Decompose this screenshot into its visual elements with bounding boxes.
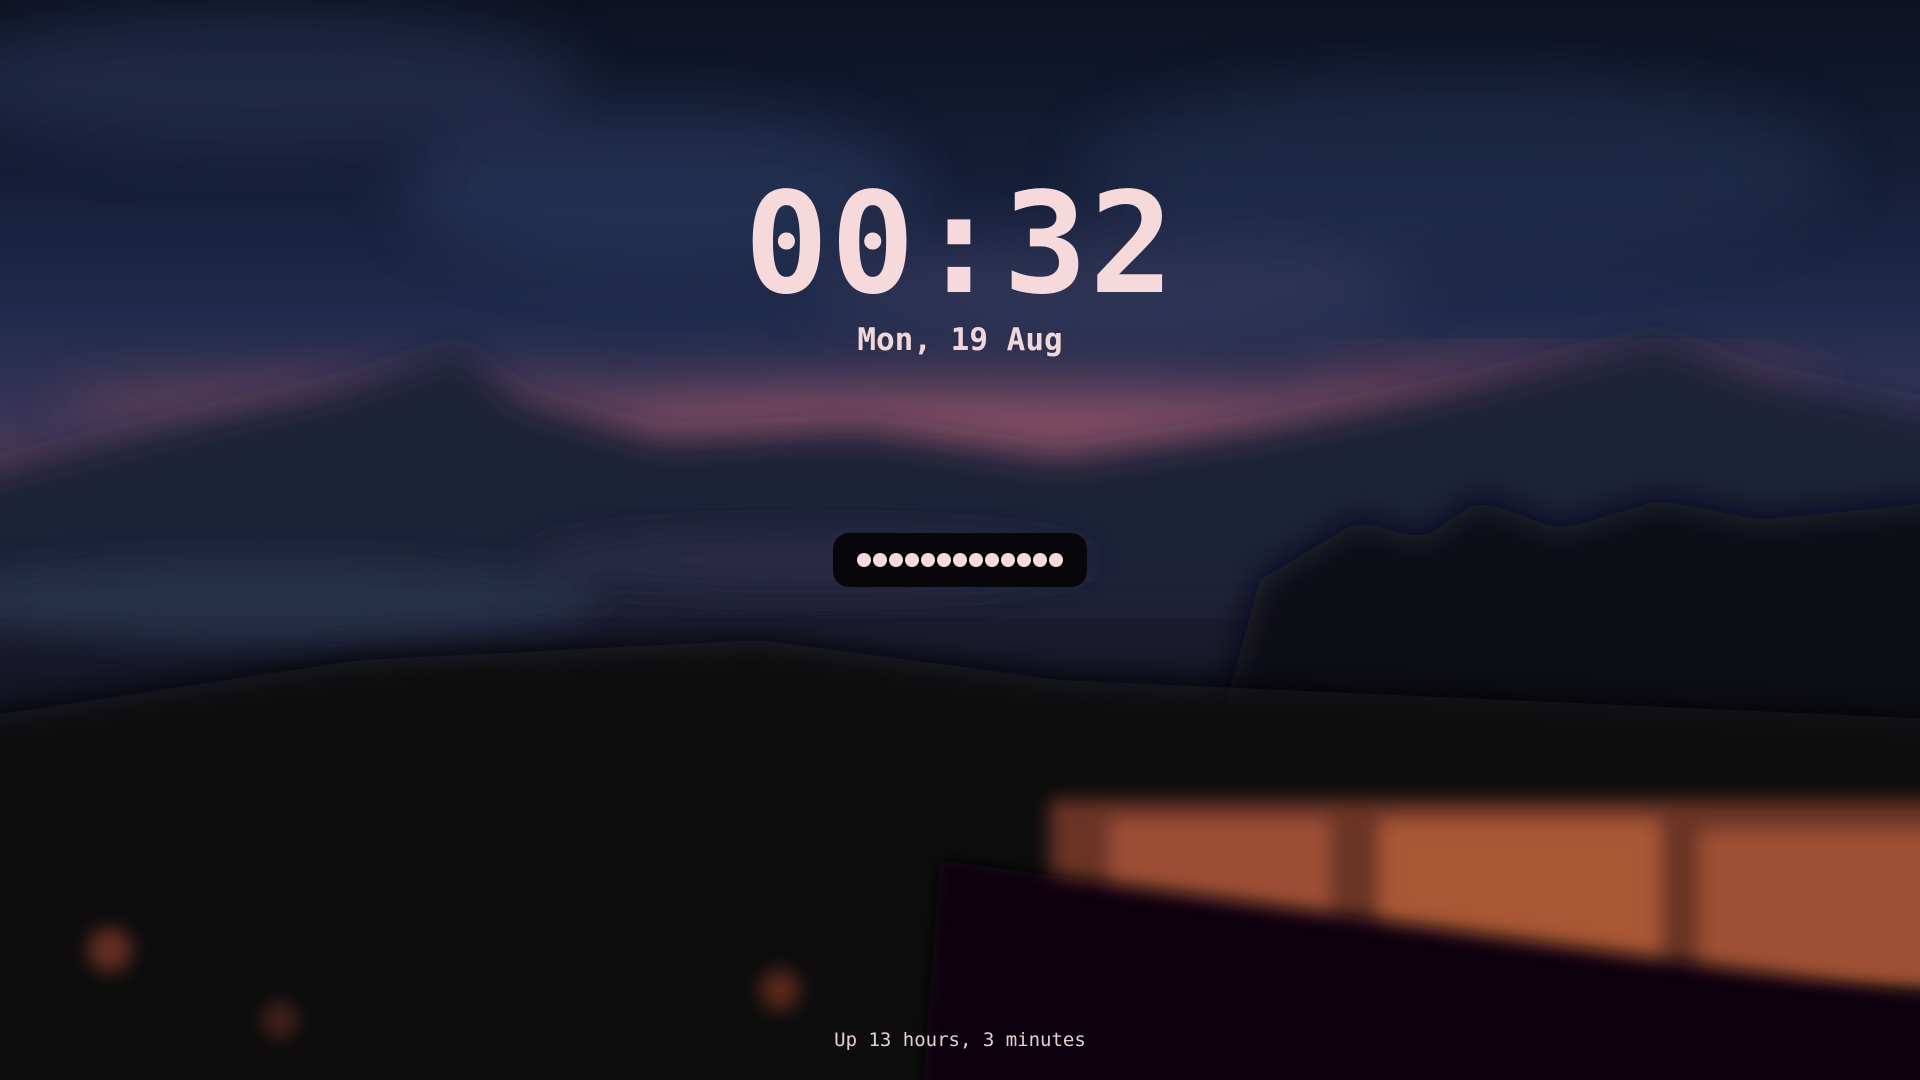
password-mask-dot (953, 553, 967, 567)
password-input[interactable] (833, 533, 1087, 587)
password-mask-dot (1017, 553, 1031, 567)
clock-date: Mon, 19 Aug (857, 322, 1063, 358)
password-mask-dot (1033, 553, 1047, 567)
clock-time: 00:32 (744, 163, 1176, 326)
password-mask-dot (1001, 553, 1015, 567)
password-mask-dot (857, 553, 871, 567)
password-mask-dot (905, 553, 919, 567)
password-mask-dot (1049, 553, 1063, 567)
password-mask-dot (969, 553, 983, 567)
uptime-label: Up 13 hours, 3 minutes (834, 1029, 1086, 1051)
password-mask-dot (889, 553, 903, 567)
password-mask-dot (873, 553, 887, 567)
password-mask-dot (937, 553, 951, 567)
password-mask-dot (921, 553, 935, 567)
password-mask-dot (985, 553, 999, 567)
